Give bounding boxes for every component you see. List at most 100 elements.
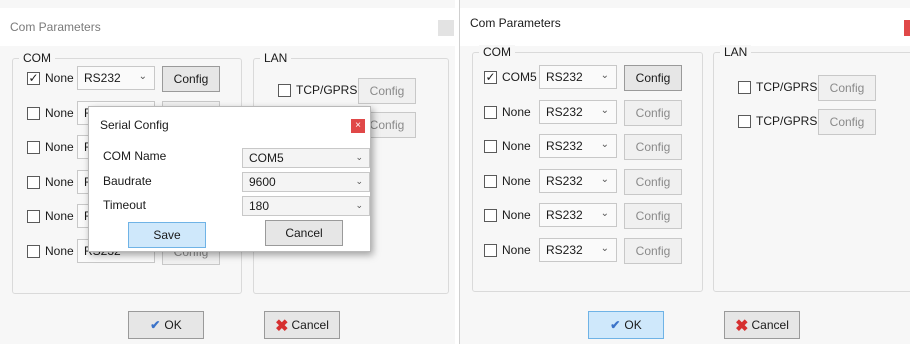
lan-checkbox[interactable] (738, 81, 751, 94)
config-button[interactable]: Config (162, 66, 220, 92)
com-checkbox[interactable] (484, 105, 497, 119)
com-name-label: COM5 (502, 70, 537, 84)
save-button[interactable]: Save (128, 222, 206, 248)
chevron-down-icon: ⌄ (600, 208, 609, 219)
chevron-down-icon: ⌄ (600, 139, 609, 150)
chevron-down-icon: ⌄ (600, 70, 609, 81)
config-button[interactable]: Config (624, 168, 682, 195)
window-title: Com Parameters (10, 20, 101, 34)
com-name-label: None (45, 71, 74, 85)
cancel-label: Cancel (291, 318, 329, 332)
com-name-label: COM Name (103, 149, 167, 163)
serial-config-dialog: Serial Config × COM Name COM5 ⌄ Baudrate… (88, 106, 371, 252)
port-type-select[interactable]: RS232 ⌄ (539, 168, 617, 193)
port-type-value: RS232 (546, 208, 583, 222)
com-name-label: None (502, 139, 531, 153)
timeout-value: 180 (249, 199, 270, 213)
left-com-parameters-window: Com Parameters COM LAN ✓ None RS232 ⌄ Config… (0, 0, 455, 344)
port-type-value: RS232 (546, 139, 583, 153)
port-type-value: RS232 (546, 173, 583, 188)
com-name-label: None (45, 105, 74, 120)
port-type-select[interactable]: RS232 ⌄ (77, 66, 155, 90)
config-button[interactable]: Config (624, 237, 682, 264)
chevron-down-icon: ⌄ (355, 200, 363, 210)
com-row: None RS232 ⌄ Config (484, 168, 684, 195)
com-row: None RS232 ⌄ Config (484, 237, 684, 264)
timeout-label: Timeout (103, 198, 146, 212)
config-button[interactable]: Config (624, 99, 682, 126)
checkmark-icon: ✔ (150, 318, 161, 332)
config-button[interactable]: Config (624, 65, 682, 91)
com-checkbox[interactable] (27, 210, 40, 223)
window-title: Com Parameters (470, 16, 561, 30)
port-type-value: RS232 (546, 104, 583, 119)
lan-config-button[interactable]: Config (818, 109, 876, 135)
com-name-select[interactable]: COM5 ⌄ (242, 148, 370, 168)
port-type-select[interactable]: RS232 ⌄ (539, 203, 617, 227)
com-checkbox[interactable] (484, 209, 497, 222)
lan-name-label: TCP/GPRS (756, 80, 818, 94)
ok-button[interactable]: ✔ OK (128, 311, 204, 339)
com-row: None RS232 ⌄ Config (484, 99, 684, 126)
port-type-select[interactable]: RS232 ⌄ (539, 99, 617, 124)
lan-config-button[interactable]: Config (818, 75, 876, 101)
com-checkbox[interactable] (27, 244, 40, 258)
baudrate-select[interactable]: 9600 ⌄ (242, 172, 370, 192)
lan-row: TCP/GPRSConfig (278, 78, 428, 104)
timeout-select[interactable]: 180 ⌄ (242, 196, 370, 216)
com-name-label: None (45, 174, 74, 189)
red-x-icon: ✖ (275, 318, 289, 335)
com-group-label: COM (19, 51, 55, 65)
config-button[interactable]: Config (624, 134, 682, 160)
com-checkbox[interactable]: ✓ (27, 72, 40, 85)
com-checkbox[interactable]: ✓ (484, 71, 497, 84)
com-checkbox[interactable] (484, 174, 497, 188)
lan-name-label: TCP/GPRS (296, 83, 358, 97)
chevron-down-icon: ⌄ (138, 71, 147, 82)
port-type-select[interactable]: RS232 ⌄ (539, 134, 617, 158)
com-checkbox[interactable] (27, 106, 40, 120)
chevron-down-icon: ⌄ (355, 152, 363, 162)
com-checkbox[interactable] (484, 243, 497, 257)
port-type-select[interactable]: RS232 ⌄ (539, 237, 617, 262)
com-row: ✓ COM5 RS232 ⌄ Config (484, 65, 684, 91)
cancel-button[interactable]: ✖ Cancel (264, 311, 340, 339)
ok-button[interactable]: ✔ OK (588, 311, 664, 339)
com-name-label: None (502, 173, 531, 188)
port-type-value: RS232 (546, 242, 583, 257)
cancel-label: Cancel (751, 318, 789, 332)
com-row: None RS232 ⌄ Config (484, 134, 684, 160)
chevron-down-icon: ⌄ (355, 176, 363, 186)
com-row: None RS232 ⌄ Config (484, 203, 684, 229)
baudrate-value: 9600 (249, 175, 276, 189)
lan-config-button[interactable]: Config (358, 78, 416, 104)
dialog-close-button[interactable]: × (351, 119, 365, 133)
com-checkbox[interactable] (27, 175, 40, 189)
lan-row: TCP/GPRSConfig (738, 109, 888, 135)
com-name-label: None (45, 243, 74, 258)
lan-name-label: TCP/GPRS (756, 114, 818, 128)
cancel-button[interactable]: ✖ Cancel (724, 311, 800, 339)
config-button[interactable]: Config (624, 203, 682, 229)
lan-group-label: LAN (260, 51, 292, 65)
window-close-button[interactable] (904, 20, 910, 36)
lan-checkbox[interactable] (738, 115, 751, 128)
ok-label: OK (624, 318, 642, 332)
com-name-label: None (45, 209, 74, 223)
com-name-label: None (502, 104, 531, 119)
chevron-down-icon: ⌄ (600, 104, 609, 116)
com-row: ✓ None RS232 ⌄ Config (27, 66, 227, 92)
checkmark-icon: ✔ (610, 318, 621, 332)
lan-row: TCP/GPRSConfig (738, 75, 888, 101)
com-checkbox[interactable] (27, 141, 40, 154)
dialog-title: Serial Config (100, 118, 169, 132)
dialog-cancel-button[interactable]: Cancel (265, 220, 343, 246)
port-type-value: RS232 (84, 71, 121, 85)
window-close-button[interactable] (438, 20, 454, 36)
red-x-icon: ✖ (735, 318, 749, 335)
port-type-select[interactable]: RS232 ⌄ (539, 65, 617, 89)
lan-checkbox[interactable] (278, 84, 291, 97)
ok-label: OK (164, 318, 182, 332)
com-name-label: None (45, 140, 74, 154)
com-checkbox[interactable] (484, 140, 497, 153)
